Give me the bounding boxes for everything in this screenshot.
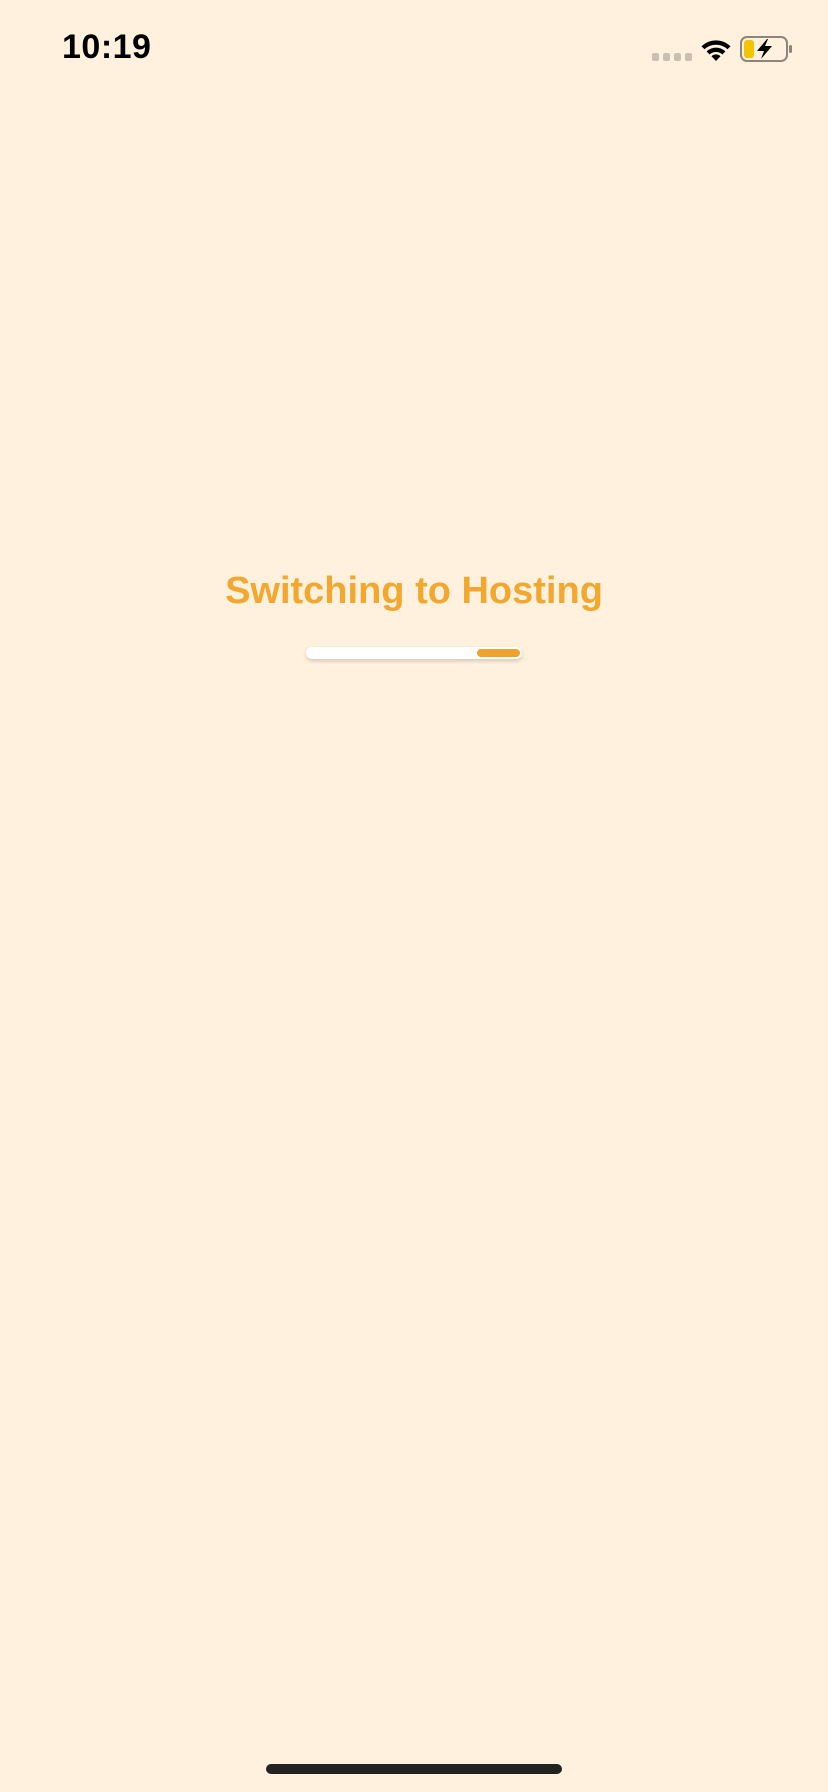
- battery-charging-icon: [740, 36, 792, 62]
- battery-level-fill: [744, 40, 754, 58]
- signal-dot: [652, 53, 659, 61]
- signal-dot: [685, 53, 692, 61]
- signal-dot: [674, 53, 681, 61]
- loading-progress-bar: [306, 647, 522, 659]
- wifi-icon: [701, 40, 731, 61]
- status-time: 10:19: [62, 28, 152, 66]
- cellular-signal-icon: [652, 53, 692, 61]
- status-bar: 10:19: [0, 0, 828, 100]
- signal-dot: [663, 53, 670, 61]
- progress-fill: [476, 649, 520, 657]
- home-indicator[interactable]: [266, 1764, 562, 1774]
- loading-title: Switching to Hosting: [225, 570, 603, 612]
